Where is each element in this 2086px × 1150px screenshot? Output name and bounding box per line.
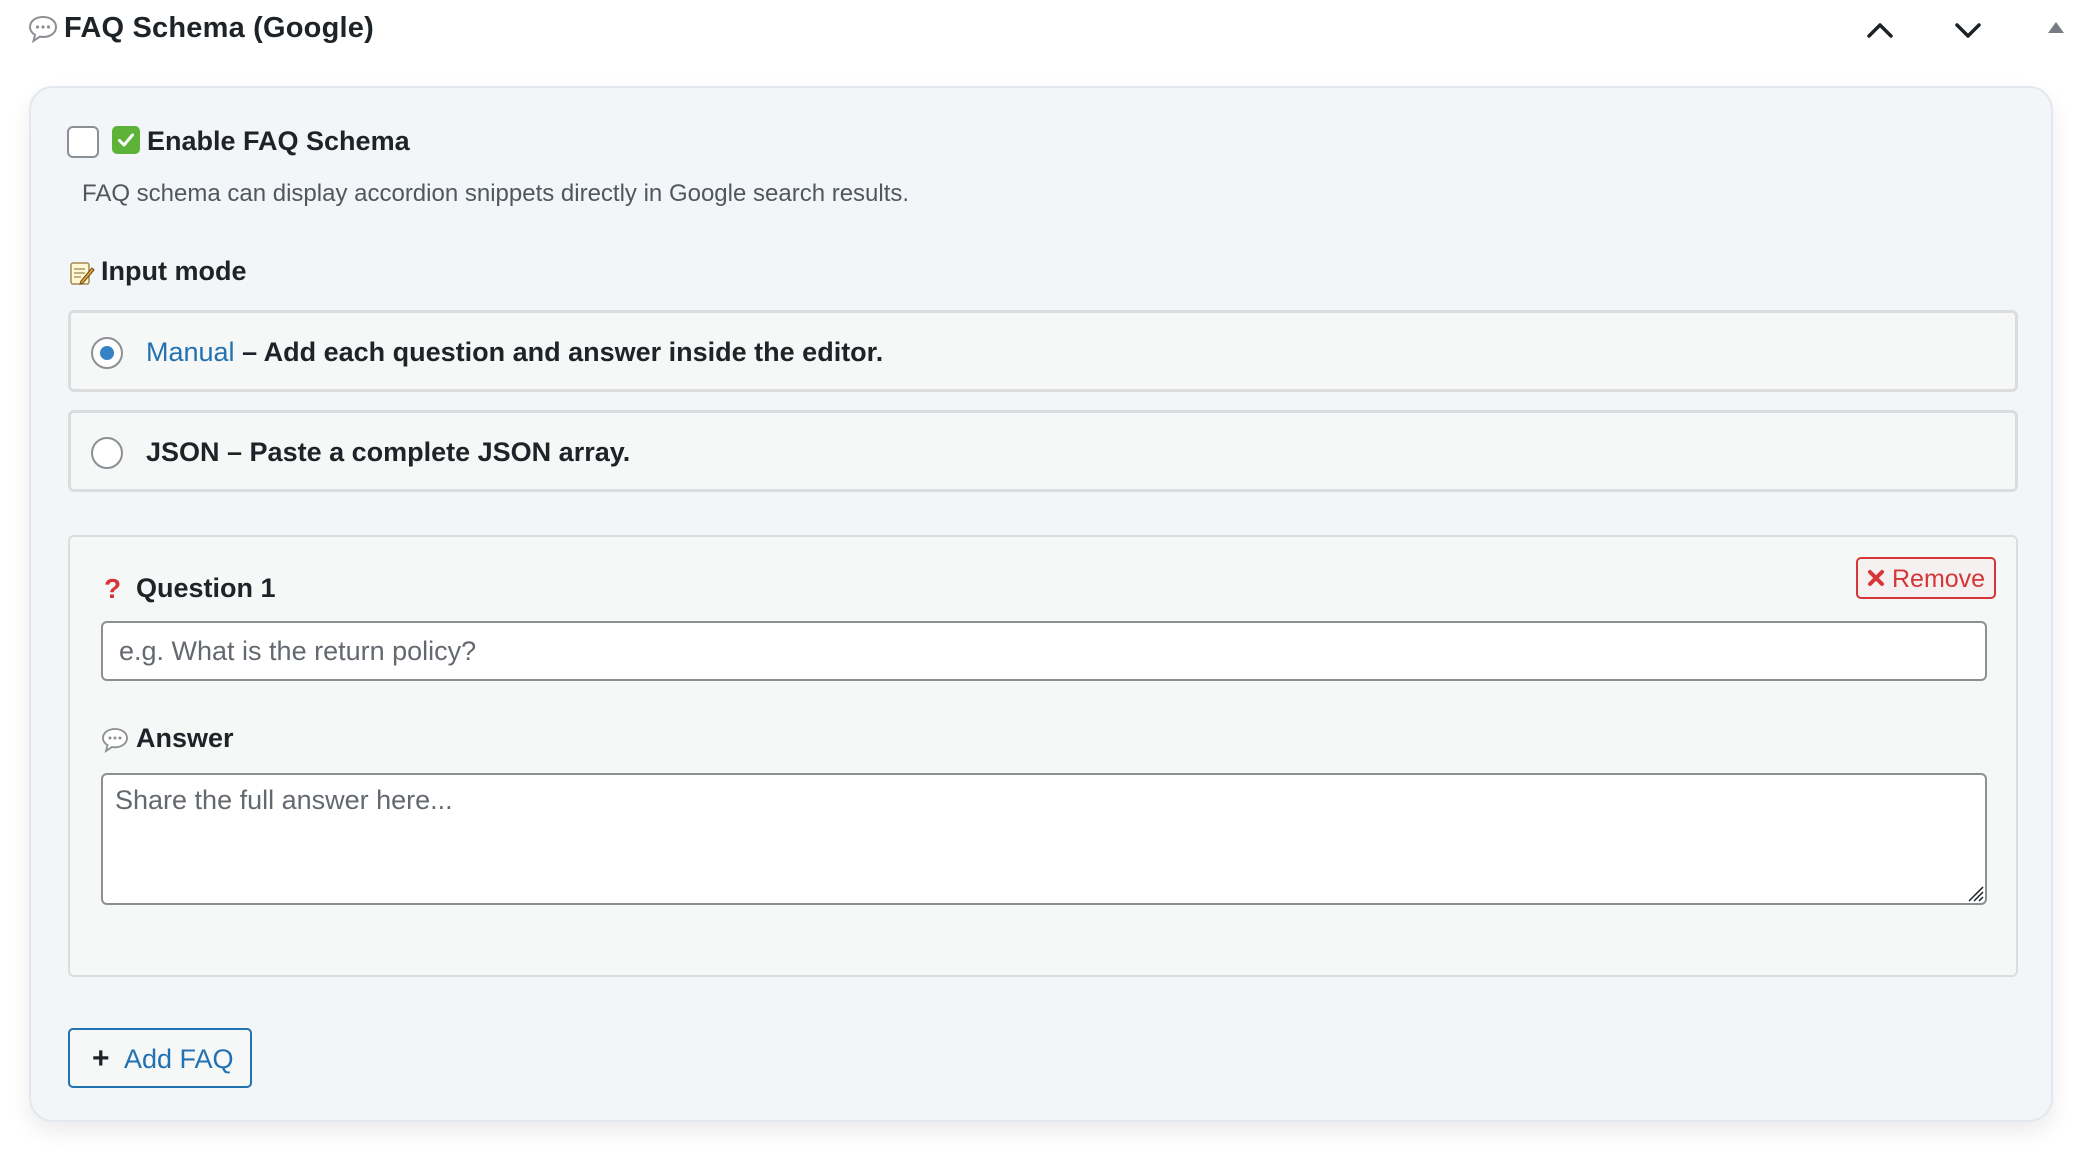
cross-mark-icon	[1868, 570, 1884, 586]
red-question-mark-icon: ?	[104, 573, 122, 604]
mode-option-manual[interactable]: Manual – Add each question and answer in…	[68, 310, 2018, 392]
enable-faq-description: FAQ schema can display accordion snippet…	[82, 180, 910, 207]
metabox-header: FAQ Schema (Google)	[0, 0, 2086, 64]
json-option-text[interactable]: JSON – Paste a complete JSON array.	[146, 437, 630, 468]
chevron-down-icon	[1955, 23, 1981, 38]
speech-bubble-icon	[102, 728, 128, 753]
radio-selected-dot	[100, 346, 114, 360]
metabox-title: FAQ Schema (Google)	[64, 12, 374, 44]
enable-faq-checkbox[interactable]	[67, 126, 99, 158]
question-label: Question 1	[136, 573, 276, 603]
faq-schema-metabox: FAQ Schema (Google) Enable FAQ Schema FA…	[0, 0, 2086, 1150]
faq-settings-card: Enable FAQ Schema FAQ schema can display…	[29, 86, 2053, 1122]
move-up-button[interactable]	[1856, 8, 1904, 52]
chevron-up-icon	[1867, 23, 1893, 38]
question-input[interactable]	[101, 621, 1987, 681]
memo-icon	[70, 262, 95, 285]
resize-handle-icon[interactable]	[1965, 883, 1985, 903]
move-down-button[interactable]	[1944, 8, 1992, 52]
mode-option-json[interactable]: JSON – Paste a complete JSON array.	[68, 410, 2018, 492]
add-faq-label: Add FAQ	[124, 1044, 234, 1074]
remove-faq-button[interactable]: Remove	[1856, 557, 1996, 599]
json-option-desc: – Paste a complete JSON array.	[219, 437, 631, 467]
faq-item: ? Question 1 Remove Answer	[68, 535, 2018, 977]
manual-radio[interactable]	[91, 337, 123, 369]
json-option-name: JSON	[146, 437, 220, 467]
remove-label: Remove	[1892, 565, 1986, 593]
manual-option-text[interactable]: Manual – Add each question and answer in…	[146, 337, 883, 368]
triangle-up-icon	[2048, 22, 2064, 33]
enable-faq-label[interactable]: Enable FAQ Schema	[147, 126, 410, 157]
answer-textarea[interactable]	[101, 773, 1987, 905]
json-radio[interactable]	[91, 437, 123, 469]
manual-option-desc: – Add each question and answer inside th…	[234, 337, 884, 367]
add-faq-button[interactable]: + Add FAQ	[68, 1028, 252, 1088]
speech-bubble-icon	[28, 15, 58, 44]
toggle-panel-button[interactable]	[2032, 8, 2080, 52]
check-mark-button-icon	[112, 126, 140, 154]
answer-label: Answer	[136, 723, 234, 753]
manual-option-name[interactable]: Manual	[146, 337, 235, 367]
input-mode-title: Input mode	[101, 256, 247, 286]
plus-icon: +	[92, 1042, 110, 1075]
